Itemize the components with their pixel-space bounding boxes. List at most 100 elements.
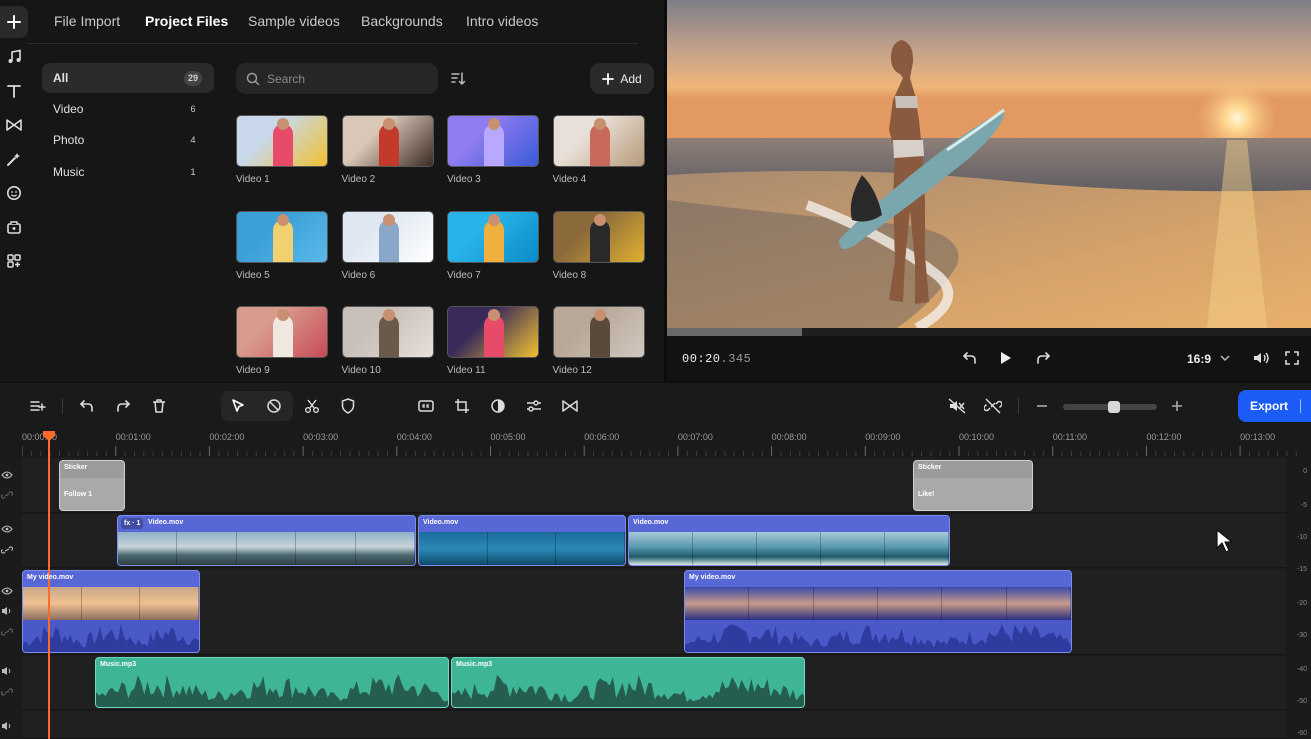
sticker-icon[interactable] <box>0 178 28 208</box>
volume-icon[interactable] <box>1251 348 1271 368</box>
preview-scrubber[interactable] <box>667 328 1311 336</box>
timecode: 00:20.345 <box>682 352 751 366</box>
ruler-label: 00:13:00 <box>1240 432 1276 442</box>
video-clip[interactable]: Video.mov <box>628 515 950 566</box>
category-count: 6 <box>190 104 196 114</box>
video-clip[interactable]: fx · 1 Video.mov <box>117 515 416 566</box>
media-thumbnail[interactable]: Video 3 <box>447 115 539 185</box>
transition-icon[interactable] <box>0 110 28 140</box>
fullscreen-icon[interactable] <box>1282 348 1302 368</box>
tab-sample-videos[interactable]: Sample videos <box>248 13 340 29</box>
eye-icon[interactable] <box>0 522 14 536</box>
select-cursor-icon[interactable] <box>227 395 249 417</box>
apps-icon[interactable] <box>0 246 28 276</box>
category-video[interactable]: Video 6 <box>42 94 214 124</box>
tab-intro-videos[interactable]: Intro videos <box>466 13 538 29</box>
preview-frame[interactable] <box>667 0 1311 328</box>
redo-arrow-icon[interactable] <box>1033 348 1053 368</box>
templates-icon[interactable] <box>0 212 28 242</box>
video-clip[interactable]: My video.mov <box>684 570 1072 653</box>
scissors-icon[interactable] <box>301 395 323 417</box>
category-all[interactable]: All 29 <box>42 63 214 93</box>
thumbnail-label: Video 9 <box>236 365 270 376</box>
category-photo[interactable]: Photo 4 <box>42 125 214 155</box>
unlink-icon[interactable] <box>982 395 1004 417</box>
audio-clip[interactable]: Music.mp3 <box>451 657 805 708</box>
level-label: -60 <box>1296 730 1307 737</box>
speaker-icon[interactable] <box>0 664 14 678</box>
zoom-in-icon[interactable] <box>1166 395 1188 417</box>
speaker-icon[interactable] <box>0 719 14 733</box>
timeline-tracks: Sticker Follow 1 Sticker Like! fx · 1 Vi… <box>0 458 1311 739</box>
sliders-icon[interactable] <box>523 395 545 417</box>
media-thumbnail[interactable]: Video 12 <box>552 306 645 376</box>
link-icon[interactable] <box>0 488 14 502</box>
speaker-icon[interactable] <box>0 604 14 618</box>
music-icon[interactable] <box>0 42 28 72</box>
media-thumbnail[interactable]: Video 6 <box>341 210 434 281</box>
sticker-clip[interactable]: Sticker Like! <box>913 460 1033 511</box>
playhead[interactable] <box>43 431 55 739</box>
link-icon[interactable] <box>0 625 14 639</box>
media-thumbnail[interactable]: Video 2 <box>341 115 434 185</box>
clip-title: Music.mp3 <box>100 661 137 668</box>
media-thumbnail[interactable]: Video 9 <box>236 306 328 376</box>
export-button[interactable]: Export <box>1238 390 1311 422</box>
zoom-slider-handle[interactable] <box>1108 401 1121 413</box>
captions-icon[interactable] <box>415 395 437 417</box>
tab-file-import[interactable]: File Import <box>54 13 120 29</box>
sticker-clip[interactable]: Sticker Follow 1 <box>59 460 125 511</box>
undo-icon[interactable] <box>76 395 98 417</box>
eye-icon[interactable] <box>0 468 14 482</box>
audio-clip[interactable]: Music.mp3 <box>95 657 449 708</box>
level-label: -10 <box>1296 534 1307 541</box>
thumbnail-label: Video 5 <box>236 269 270 281</box>
media-thumbnail[interactable]: Video 1 <box>236 115 328 185</box>
search-input[interactable] <box>267 71 427 86</box>
fx-badge[interactable]: fx · 1 <box>121 518 144 529</box>
add-track-icon[interactable] <box>27 395 49 417</box>
redo-icon[interactable] <box>112 395 134 417</box>
thumbnail-label: Video 10 <box>341 365 381 376</box>
clip-frames <box>419 532 625 565</box>
category-music[interactable]: Music 1 <box>42 157 214 187</box>
color-adjust-icon[interactable] <box>487 395 509 417</box>
media-tabs: File Import Project Files Sample videos … <box>28 0 638 44</box>
play-button[interactable] <box>996 348 1016 368</box>
link-icon[interactable] <box>0 543 14 557</box>
shield-icon[interactable] <box>337 395 359 417</box>
text-icon[interactable] <box>0 76 28 106</box>
mute-video-icon[interactable] <box>946 395 968 417</box>
video-clip[interactable]: Video.mov <box>418 515 626 566</box>
level-label: -50 <box>1296 698 1307 705</box>
zoom-out-icon[interactable] <box>1031 395 1053 417</box>
timeline-ruler[interactable]: 00:00:00 00:01:00 00:02:00 00:03:00 00:04:00… <box>0 428 1311 458</box>
thumbnail-image <box>552 210 645 263</box>
crop-icon[interactable] <box>451 395 473 417</box>
video-preview-panel: 00:20.345 16:9 <box>667 0 1311 382</box>
empty-audio-track <box>22 711 1286 739</box>
left-tool-rail <box>0 0 28 382</box>
transition-icon[interactable] <box>559 395 581 417</box>
tab-backgrounds[interactable]: Backgrounds <box>361 13 443 29</box>
level-label: -5 <box>1300 502 1307 509</box>
media-thumbnail[interactable]: Video 4 <box>552 115 645 185</box>
media-thumbnail[interactable]: Video 8 <box>552 210 645 281</box>
media-thumbnail[interactable]: Video 7 <box>447 210 539 281</box>
ripple-tool-icon[interactable] <box>263 395 285 417</box>
aspect-ratio-select[interactable]: 16:9 <box>1187 352 1211 366</box>
link-icon[interactable] <box>0 685 14 699</box>
media-thumbnail[interactable]: Video 10 <box>341 306 434 376</box>
trash-icon[interactable] <box>148 395 170 417</box>
add-media-button[interactable]: Add <box>590 63 654 94</box>
media-thumbnail[interactable]: Video 5 <box>236 210 328 281</box>
effects-icon[interactable] <box>0 144 28 174</box>
tab-project-files[interactable]: Project Files <box>145 13 228 29</box>
undo-arrow-icon[interactable] <box>960 348 980 368</box>
chevron-down-icon[interactable] <box>1215 348 1235 368</box>
eye-icon[interactable] <box>0 584 14 598</box>
sort-icon[interactable] <box>449 70 467 88</box>
plus-icon[interactable] <box>0 6 28 38</box>
thumbnail-label: Video 8 <box>552 269 587 281</box>
media-thumbnail[interactable]: Video 11 <box>447 306 539 376</box>
